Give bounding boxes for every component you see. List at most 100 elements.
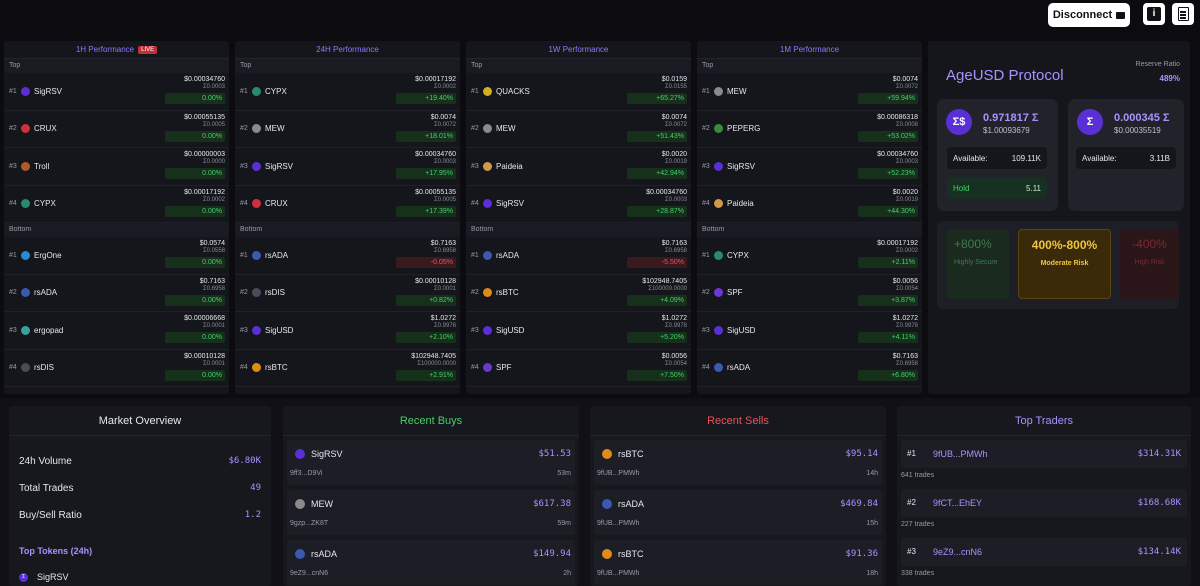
- token-icon: [714, 86, 723, 96]
- token-values: $1.0272 Σ0.9978 +2.10%: [386, 315, 456, 343]
- token-icon: [483, 363, 492, 373]
- sigusd-card[interactable]: Σ$ 0.971817 Σ $1.00093679 Available: 109…: [937, 99, 1058, 211]
- token-row[interactable]: #2 MEW $0.0074 Σ0.0072 +18.01%: [235, 111, 460, 148]
- token-row[interactable]: #3 SigUSD $1.0272 Σ0.9978 +5.20%: [466, 312, 691, 350]
- token-row[interactable]: #4 CYPX $0.00017192 Σ0.0002 0.00%: [4, 186, 229, 223]
- token-row[interactable]: #3 SigUSD $1.0272 Σ0.9978 +2.10%: [235, 312, 460, 350]
- token-row[interactable]: #3 Paideia $0.0020 Σ0.0019 +42.94%: [466, 148, 691, 186]
- token-change: +3.87%: [858, 294, 918, 306]
- ageusd-title: AgeUSD Protocol: [946, 67, 1064, 84]
- recent-sells-panel: Recent Sells rsBTC $95.14 9fUB...PMWh 14…: [590, 406, 886, 586]
- token-icon: [714, 363, 723, 373]
- info-button[interactable]: i: [1143, 3, 1165, 25]
- token-row[interactable]: #2 SPF $0.0056 Σ0.0054 +3.87%: [697, 275, 922, 312]
- token-row[interactable]: #2 rsBTC $102948.7405 Σ100000.0000 +4.09…: [466, 275, 691, 312]
- token-row[interactable]: #1 CYPX $0.00017192 Σ0.0002 +19.40%: [235, 73, 460, 111]
- trader-rank: #1: [907, 449, 916, 458]
- risk-secure: +800% Highly Secure: [946, 229, 1009, 299]
- token-row[interactable]: #3 ergopad $0.00006668 Σ0.0001 0.00%: [4, 312, 229, 350]
- token-values: $0.0074 Σ0.0072 +51.43%: [617, 114, 687, 142]
- token-row[interactable]: #2 rsADA $0.7163 Σ0.6958 0.00%: [4, 275, 229, 312]
- token-name: CYPX: [727, 250, 749, 260]
- token-change: +0.82%: [396, 294, 456, 306]
- token-rank: #2: [471, 289, 479, 297]
- token-row[interactable]: #1 rsADA $0.7163 Σ0.6958 -5.50%: [466, 237, 691, 275]
- token-row[interactable]: #1 ErgOne $0.0574 Σ0.0558 0.00%: [4, 237, 229, 275]
- token-change: 0.00%: [165, 205, 225, 217]
- top-token-name: SigRSV: [37, 572, 69, 582]
- token-erg-price: Σ0.0019: [895, 196, 918, 203]
- token-values: $102948.7405 Σ100000.0000 +2.91%: [386, 353, 456, 381]
- token-row[interactable]: #4 SigRSV $0.00034760 Σ0.0003 +28.87%: [466, 186, 691, 223]
- trade-time: 18h: [866, 570, 878, 577]
- token-values: $0.0020 Σ0.0019 +42.94%: [617, 151, 687, 179]
- token-icon: [252, 199, 261, 209]
- token-row[interactable]: #4 Paideia $0.0020 Σ0.0019 +44.30%: [697, 186, 922, 223]
- token-row[interactable]: #4 rsADA $0.7163 Σ0.6958 +6.80%: [697, 350, 922, 387]
- token-values: $0.00017192 Σ0.0002 +19.40%: [386, 76, 456, 104]
- token-erg-price: Σ0.0003: [895, 159, 918, 165]
- trader-row[interactable]: #3 9eZ9...cnN6 $134.14K: [901, 538, 1187, 566]
- token-price: $0.7163: [892, 352, 918, 360]
- performance-title-text: 1W Performance: [548, 45, 609, 54]
- token-row[interactable]: #3 Troll $0.00000003 Σ0.0000 0.00%: [4, 148, 229, 186]
- bottom-section-label: Bottom: [4, 223, 229, 237]
- top-token-item[interactable]: Σ SigRSV: [19, 572, 69, 582]
- trade-item[interactable]: SigRSV $51.53 9ff3...D9Vi 53m: [287, 440, 575, 485]
- performance-panel-title: 24H Performance: [235, 41, 460, 59]
- top-traders-panel: Top Traders #1 9fUB...PMWh $314.31K 641 t…: [897, 406, 1191, 586]
- token-rank: #4: [240, 200, 248, 208]
- token-rank: #4: [471, 364, 479, 372]
- token-row[interactable]: #4 rsDIS $0.00010128 Σ0.0001 0.00%: [4, 350, 229, 387]
- token-row[interactable]: #1 QUACKS $0.0159 Σ0.0155 +65.27%: [466, 73, 691, 111]
- docs-button[interactable]: [1172, 3, 1194, 25]
- token-row[interactable]: #4 CRUX $0.00055135 Σ0.0005 +17.39%: [235, 186, 460, 223]
- performance-title-text: 24H Performance: [316, 45, 379, 54]
- token-row[interactable]: #3 SigUSD $1.0272 Σ0.9978 +4.11%: [697, 312, 922, 350]
- token-erg-price: Σ0.6958: [895, 360, 918, 367]
- token-change: 0.00%: [165, 332, 225, 343]
- reserve-ratio-label: Reserve Ratio: [1135, 61, 1180, 68]
- trader-row[interactable]: #1 9fUB...PMWh $314.31K: [901, 440, 1187, 468]
- token-change: 0.00%: [165, 369, 225, 381]
- token-row[interactable]: #1 SigRSV $0.00034760 Σ0.0003 0.00%: [4, 73, 229, 111]
- token-row[interactable]: #1 CYPX $0.00017192 Σ0.0002 +2.11%: [697, 237, 922, 275]
- sigrsv-card[interactable]: Σ 0.000345 Σ $0.00035519 Available: 3.11…: [1068, 99, 1184, 211]
- token-price: $102948.7405: [642, 277, 687, 285]
- token-change: +7.50%: [627, 369, 687, 381]
- trader-row[interactable]: #2 9fCT...EhEY $168.68K: [901, 489, 1187, 517]
- trade-item[interactable]: rsADA $149.94 9eZ9...cnN6 2h: [287, 540, 575, 585]
- token-row[interactable]: #2 MEW $0.0074 Σ0.0072 +51.43%: [466, 111, 691, 148]
- token-icon: [252, 363, 261, 373]
- trade-item[interactable]: MEW $617.38 9gzp...ZK8T 59m: [287, 490, 575, 535]
- trade-item[interactable]: rsBTC $95.14 9fUB...PMWh 14h: [594, 440, 882, 485]
- trade-address: 9fUB...PMWh: [597, 470, 640, 477]
- token-row[interactable]: #1 rsADA $0.7163 Σ0.6958 -0.05%: [235, 237, 460, 275]
- token-row[interactable]: #2 rsDIS $0.00010128 Σ0.0001 +0.82%: [235, 275, 460, 312]
- token-row[interactable]: #2 CRUX $0.00055135 Σ0.0005 0.00%: [4, 111, 229, 148]
- token-row[interactable]: #4 rsBTC $102948.7405 Σ100000.0000 +2.91…: [235, 350, 460, 387]
- bottom-section-label: Bottom: [697, 223, 922, 237]
- token-name: SigRSV: [34, 86, 63, 96]
- token-row[interactable]: #2 PEPERG $0.00086318 Σ0.0008 +53.02%: [697, 111, 922, 148]
- top-traders-title: Top Traders: [897, 406, 1191, 436]
- risk-high-value: -400%: [1132, 237, 1167, 251]
- disconnect-button[interactable]: Disconnect: [1048, 3, 1130, 27]
- token-erg-price: Σ0.9978: [433, 323, 456, 329]
- token-name: SigUSD: [265, 325, 294, 335]
- token-row[interactable]: #4 SPF $0.0056 Σ0.0054 +7.50%: [466, 350, 691, 387]
- token-row[interactable]: #1 MEW $0.0074 Σ0.0072 +59.94%: [697, 73, 922, 111]
- trader-address: 9fCT...EhEY: [933, 498, 983, 508]
- token-row[interactable]: #3 SigRSV $0.00034760 Σ0.0003 +52.23%: [697, 148, 922, 186]
- trade-token-name: rsBTC: [618, 449, 644, 459]
- token-erg-price: Σ0.0155: [664, 84, 687, 90]
- trade-item[interactable]: rsADA $469.84 9fUB...PMWh 15h: [594, 490, 882, 535]
- volume-label: 24h Volume: [19, 456, 72, 467]
- sigusd-value: 0.971817 Σ: [983, 112, 1039, 124]
- token-rank: #2: [9, 289, 17, 297]
- token-row[interactable]: #3 SigRSV $0.00034760 Σ0.0003 +17.95%: [235, 148, 460, 186]
- token-icon: [21, 288, 30, 298]
- token-icon: [483, 199, 492, 209]
- trade-item[interactable]: rsBTC $91.36 9fUB...PMWh 18h: [594, 540, 882, 585]
- trade-token-name: SigRSV: [311, 449, 343, 459]
